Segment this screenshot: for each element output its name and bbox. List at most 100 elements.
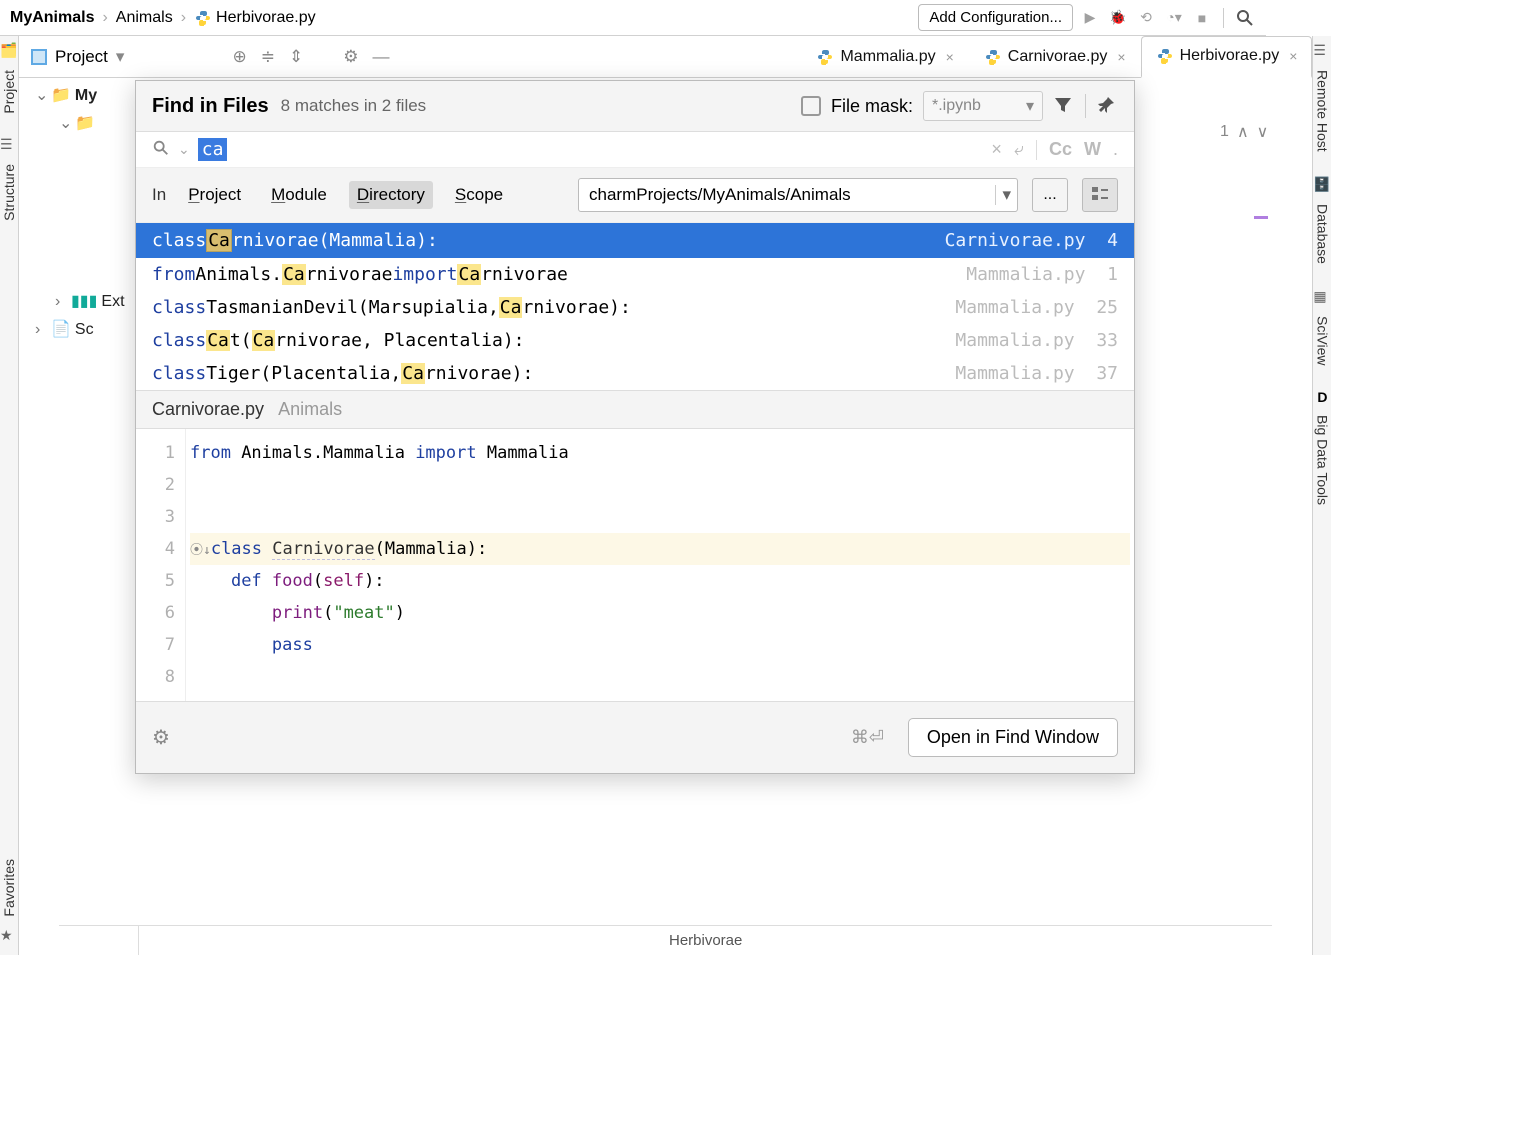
remote-host-icon: ☰ [1313,42,1331,60]
chevron-down-icon[interactable]: ⌄ [59,110,71,138]
recursive-toggle[interactable] [1082,178,1118,212]
status-breadcrumb[interactable]: Herbivorae [139,932,1272,949]
folder-icon: 📁 [51,82,71,110]
favorites-tool-button[interactable]: Favorites ★ [0,853,18,945]
search-everywhere-icon[interactable] [1234,7,1256,29]
preview-file: Carnivorae.py [152,399,264,420]
chevron-down-icon[interactable]: ⌄ [35,82,47,110]
scope-in-label: In [152,185,166,205]
structure-tool-button[interactable]: ☰ Structure [0,136,18,227]
case-sensitive-toggle[interactable]: Cc [1049,139,1072,160]
up-arrow-icon[interactable]: ∧ [1237,122,1249,142]
tree-label: Sc [75,316,94,344]
file-mask-combo[interactable]: *.ipynb ▾ [923,91,1043,121]
result-row[interactable]: class Carnivorae(Mammalia): Carnivorae.p… [136,223,1134,258]
close-icon[interactable]: × [946,49,954,65]
minimap-marker [1254,216,1268,219]
collapse-all-icon[interactable]: ⇕ [289,47,303,67]
scope-scope[interactable]: Scope [447,181,511,209]
breadcrumb-mid[interactable]: Animals [116,9,173,27]
down-arrow-icon[interactable]: ∨ [1257,122,1269,142]
browse-button[interactable]: ... [1032,178,1068,212]
python-file-icon [984,48,1002,66]
result-row[interactable]: from Animals.Carnivorae import Carnivora… [136,258,1134,291]
history-chevron-icon[interactable]: ⌄ [178,141,190,158]
clear-icon[interactable]: × [991,139,1002,160]
keyboard-shortcut: ⌘⏎ [851,727,884,748]
gear-icon[interactable]: ⚙ [152,725,170,750]
results-list: class Carnivorae(Mammalia): Carnivorae.p… [136,223,1134,390]
run-icon[interactable]: ▶ [1079,7,1101,29]
project-tool-button[interactable]: 🗂️ Project [0,42,18,120]
preview-code: 1 2 3 4 5 6 7 8 from Animals.Mammalia im… [136,429,1134,701]
close-icon[interactable]: × [1289,48,1297,64]
tool-label: SciView [1314,310,1330,372]
locate-icon[interactable]: ⊕ [232,47,246,67]
add-configuration-button[interactable]: Add Configuration... [918,4,1073,31]
dialog-header: Find in Files 8 matches in 2 files File … [136,81,1134,132]
project-label: Project [1,64,17,120]
star-icon: ★ [0,927,18,945]
scratches-icon: 📄 [51,316,71,344]
scope-row: In Project Module Directory Scope charmP… [136,168,1134,223]
breadcrumb-file[interactable]: Herbivorae.py [216,9,316,27]
favorites-label: Favorites [1,853,17,923]
left-tool-gutter: 🗂️ Project ☰ Structure Favorites ★ [0,36,19,955]
breadcrumb-root[interactable]: MyAnimals [10,9,94,27]
tab-herbivorae[interactable]: Herbivorae.py × [1141,36,1313,78]
status-left [59,926,139,955]
coverage-icon[interactable]: ⟲ [1135,7,1157,29]
bigdata-button[interactable]: D Big Data Tools [1314,389,1330,511]
tab-label: Carnivorae.py [1008,48,1108,66]
chevron-right-icon[interactable]: › [55,288,67,316]
bigdata-icon: D [1317,389,1327,405]
minimize-icon[interactable]: — [372,47,389,67]
close-icon[interactable]: × [1117,49,1125,65]
scope-directory[interactable]: Directory [349,181,433,209]
expand-all-icon[interactable]: ≑ [261,47,275,67]
override-marker-icon[interactable]: ⦿↓ [190,543,211,558]
code-gutter: 1 2 3 4 5 6 7 8 [136,429,186,701]
pin-icon[interactable] [1096,95,1118,117]
newline-icon[interactable]: ⤶ [1014,139,1024,160]
words-toggle[interactable]: W [1084,139,1101,160]
profile-icon[interactable]: ◔▾ [1163,7,1185,29]
chevron-right-icon: › [98,9,111,27]
result-row[interactable]: class TasmanianDevil(Marsupialia, Carniv… [136,291,1134,324]
file-mask-checkbox[interactable] [801,96,821,116]
tree-label: Ext [101,288,124,316]
project-icon: 🗂️ [0,42,18,60]
sciview-button[interactable]: ▦ SciView [1313,288,1331,372]
tool-label: Big Data Tools [1314,409,1330,511]
stop-icon[interactable]: ■ [1191,7,1213,29]
chevron-down-icon[interactable]: ▾ [116,47,125,67]
dialog-subtitle: 8 matches in 2 files [281,96,427,116]
tab-mammalia[interactable]: Mammalia.py × [801,36,968,78]
directory-path: charmProjects/MyAnimals/Animals [589,185,851,204]
project-label: Project [55,47,108,67]
scope-module[interactable]: Module [263,181,335,209]
directory-path-combo[interactable]: charmProjects/MyAnimals/Animals ▾ [578,178,1018,212]
file-mask-label: File mask: [831,96,913,117]
scope-project[interactable]: Project [180,181,249,209]
gear-icon[interactable]: ⚙ [343,47,358,67]
separator [1085,94,1086,118]
chevron-right-icon[interactable]: › [35,316,47,344]
result-row[interactable]: class Cat(Carnivorae, Placentalia): Mamm… [136,324,1134,357]
database-button[interactable]: 🗄️ Database [1313,176,1331,270]
occurrence-count: 1 [1220,123,1229,141]
search-input[interactable]: ca [198,138,228,161]
chevron-down-icon: ▾ [1026,96,1034,116]
structure-icon: ☰ [0,136,18,154]
chevron-down-icon[interactable]: ▾ [995,185,1011,205]
code-body[interactable]: from Animals.Mammalia import Mammalia ⦿↓… [186,429,1134,701]
tab-carnivorae[interactable]: Carnivorae.py × [969,36,1141,78]
debug-icon[interactable]: 🐞 [1107,7,1129,29]
regex-toggle[interactable]: . [1113,139,1118,160]
filter-icon[interactable] [1053,95,1075,117]
open-in-find-window-button[interactable]: Open in Find Window [908,718,1118,757]
chevron-right-icon: › [177,9,190,27]
project-tool-header[interactable]: Project ▾ ⊕ ≑ ⇕ ⚙ — [19,47,411,67]
remote-host-button[interactable]: ☰ Remote Host [1313,42,1331,158]
result-row[interactable]: class Tiger(Placentalia,Carnivorae): Mam… [136,357,1134,390]
